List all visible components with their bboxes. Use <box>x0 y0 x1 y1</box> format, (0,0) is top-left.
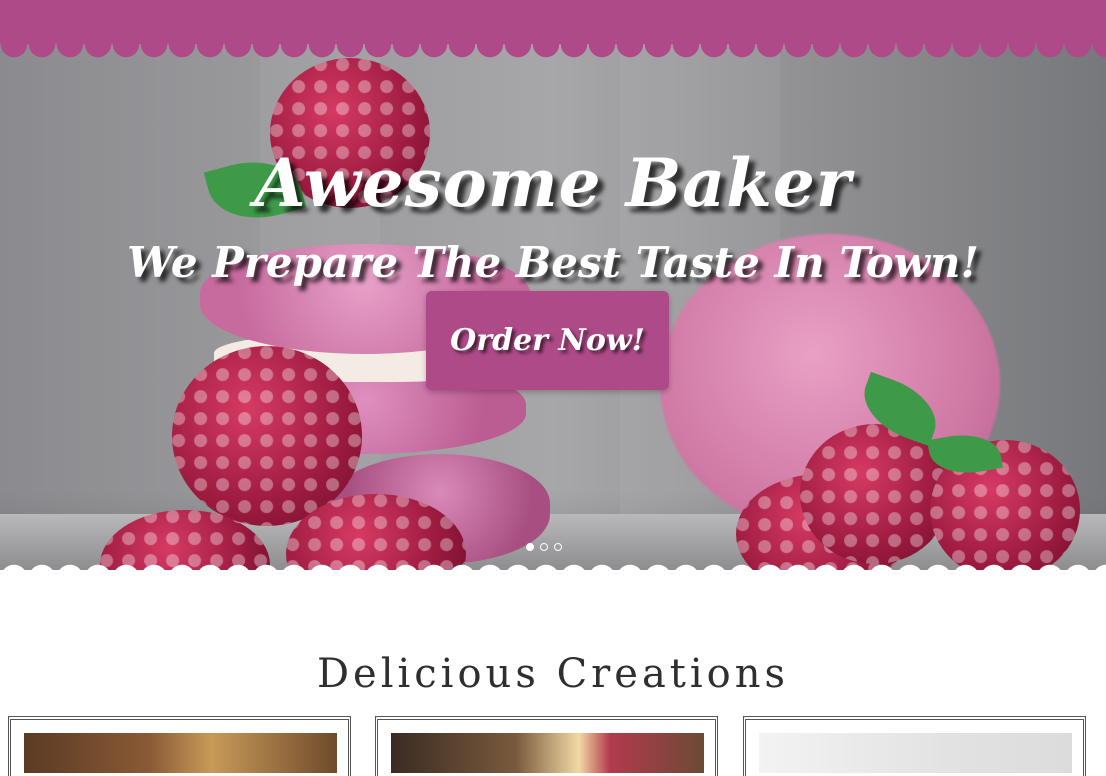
creation-card-image <box>759 733 1072 773</box>
top-header-bar <box>0 0 1106 44</box>
hero-slider: Awesome Baker We Prepare The Best Taste … <box>0 44 1106 570</box>
hero-image-raspberry <box>172 346 362 526</box>
section-title: Delicious Creations <box>316 651 790 697</box>
creation-card[interactable] <box>743 716 1086 776</box>
order-now-button[interactable]: Order Now! <box>426 291 669 390</box>
creation-card[interactable] <box>8 716 351 776</box>
slider-pagination <box>526 543 562 551</box>
slider-dot-2[interactable] <box>540 543 548 551</box>
scalloped-edge-top <box>0 44 1106 58</box>
creation-card-image <box>391 733 704 773</box>
hero-tagline: We Prepare The Best Taste In Town! <box>127 238 979 287</box>
scalloped-edge-bottom <box>0 562 1106 578</box>
creation-card-image <box>24 733 337 773</box>
hero-content: Awesome Baker We Prepare The Best Taste … <box>0 144 1106 287</box>
slider-dot-3[interactable] <box>554 543 562 551</box>
slider-dot-1[interactable] <box>526 543 534 551</box>
hero-title: Awesome Baker <box>254 144 852 222</box>
creation-card[interactable] <box>375 716 718 776</box>
